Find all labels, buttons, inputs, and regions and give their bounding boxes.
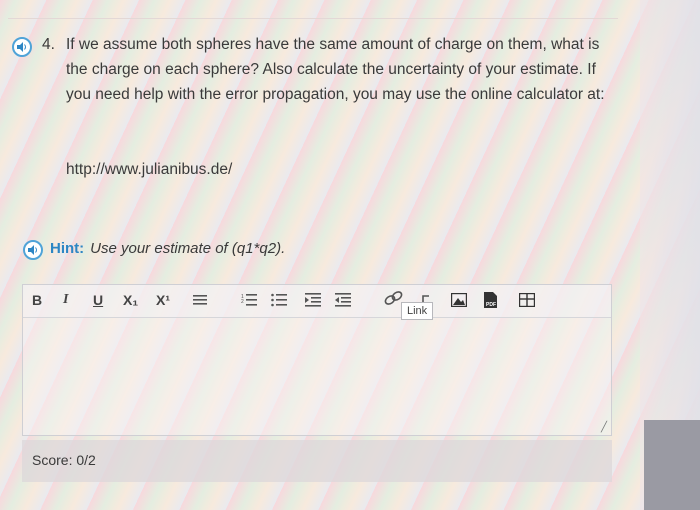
question-text-block: 4. If we assume both spheres have the sa… bbox=[42, 32, 605, 103]
question-number: 4. bbox=[42, 36, 55, 53]
score-label: Score: bbox=[32, 452, 73, 468]
side-edge bbox=[644, 420, 700, 510]
underline-button[interactable]: U bbox=[93, 292, 103, 308]
resize-handle[interactable]: ╱ bbox=[601, 422, 607, 433]
speaker-icon bbox=[17, 42, 26, 52]
svg-text:PDF: PDF bbox=[486, 302, 496, 308]
table-icon[interactable] bbox=[519, 293, 535, 307]
pdf-icon[interactable]: PDF bbox=[483, 292, 499, 308]
hint: Hint: Use your estimate of (q1*q2). bbox=[50, 240, 285, 257]
hint-text: Use your estimate of (q1*q2). bbox=[90, 240, 286, 257]
subscript-button[interactable]: X₁ bbox=[123, 292, 138, 308]
answer-text-area[interactable] bbox=[23, 318, 611, 435]
bold-button[interactable]: B bbox=[32, 292, 42, 308]
unordered-list-icon[interactable] bbox=[271, 293, 287, 307]
image-icon[interactable] bbox=[451, 293, 467, 307]
align-icon[interactable] bbox=[193, 294, 207, 306]
speaker-icon bbox=[28, 245, 37, 255]
hint-audio-button[interactable] bbox=[23, 240, 43, 260]
superscript-button[interactable]: X¹ bbox=[156, 292, 170, 308]
question-text: If we assume both spheres have the same … bbox=[66, 36, 605, 103]
svg-text:2: 2 bbox=[241, 299, 244, 305]
score-bar: Score: 0/2 bbox=[22, 440, 612, 482]
indent-icon[interactable] bbox=[305, 293, 321, 307]
score-value: 0/2 bbox=[76, 452, 96, 468]
hint-label: Hint: bbox=[50, 240, 85, 257]
outdent-icon[interactable] bbox=[335, 293, 351, 307]
ordered-list-icon[interactable]: 12 bbox=[241, 293, 257, 307]
answer-editor: B I U X₁ X¹ 12 PDF Link ╱ bbox=[22, 284, 612, 436]
question-audio-button[interactable] bbox=[12, 37, 32, 57]
editor-toolbar: B I U X₁ X¹ 12 PDF Link bbox=[23, 285, 611, 320]
calculator-link[interactable]: http://www.julianibus.de/ bbox=[66, 161, 232, 179]
side-scroll-area bbox=[640, 0, 700, 510]
italic-button[interactable]: I bbox=[63, 292, 68, 308]
